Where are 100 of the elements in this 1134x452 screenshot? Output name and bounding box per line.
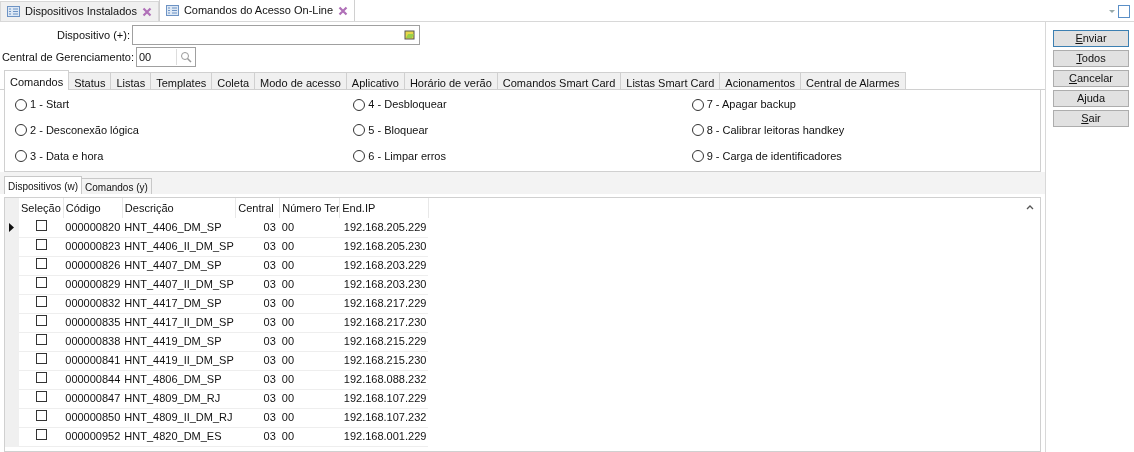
checkbox[interactable] <box>35 296 47 308</box>
table-cell: 00 <box>279 332 340 351</box>
table-cell: HNT_4809_DM_RJ <box>122 389 236 408</box>
field-label: Central de Gerenciamento: <box>0 49 135 65</box>
column-header[interactable]: Número Ter <box>279 198 340 218</box>
column-header[interactable]: End.IP <box>339 198 429 218</box>
table-cell: 00 <box>279 294 340 313</box>
table-cell: 000000844 <box>63 370 123 389</box>
checkbox[interactable] <box>35 220 47 231</box>
table-cell: 00 <box>279 370 340 389</box>
tab[interactable]: Modo de acesso <box>255 72 347 89</box>
table-cell: 03 <box>235 294 280 313</box>
tab[interactable]: Status <box>69 72 112 89</box>
checkbox[interactable] <box>35 315 47 327</box>
tab[interactable]: Central de Alarmes <box>801 72 906 89</box>
table-cell: 03 <box>235 427 280 446</box>
button[interactable]: Enviar <box>1053 30 1129 47</box>
table-cell: HNT_4809_II_DM_RJ <box>122 408 236 427</box>
tab[interactable]: Comandos <box>4 70 70 90</box>
central-field[interactable]: 00 <box>136 47 196 67</box>
device-field[interactable] <box>132 25 420 45</box>
column-header[interactable]: Código <box>63 198 123 218</box>
column-header[interactable]: Seleção <box>19 198 64 218</box>
radio-label: 3 - Data e hora <box>30 148 104 164</box>
window-menu-icon[interactable] <box>1108 5 1130 18</box>
close-icon[interactable] <box>338 5 349 16</box>
search-icon[interactable] <box>180 51 192 63</box>
table-cell: 192.168.107.232 <box>339 408 429 427</box>
table-cell: 000000832 <box>63 294 123 313</box>
table-cell: 03 <box>235 256 280 275</box>
table-icon <box>165 5 179 16</box>
checkbox[interactable] <box>35 391 47 403</box>
table-cell: 03 <box>235 389 280 408</box>
table-cell: 192.168.203.230 <box>339 275 429 294</box>
tab[interactable]: Listas Smart Card <box>621 72 721 89</box>
table-cell: 00 <box>279 351 340 370</box>
radio-label: 9 - Carga de identificadores <box>706 148 842 164</box>
table-cell: 03 <box>235 332 280 351</box>
table-cell: 000000952 <box>63 427 123 446</box>
table-cell: HNT_4406_DM_SP <box>122 218 236 237</box>
tab[interactable]: Comandos Smart Card <box>497 72 622 89</box>
checkbox[interactable] <box>35 353 47 365</box>
checkbox[interactable] <box>35 372 47 384</box>
table-cell: 192.168.215.230 <box>339 351 429 370</box>
table-cell: 03 <box>235 237 280 256</box>
tab[interactable]: Horário de verão <box>404 72 498 89</box>
table-cell: 00 <box>279 389 340 408</box>
table-cell: 000000835 <box>63 313 123 332</box>
table-cell: 192.168.215.229 <box>339 332 429 351</box>
document-tab[interactable]: Dispositivos Instalados <box>0 1 159 21</box>
table-cell: 000000841 <box>63 351 123 370</box>
table-cell: HNT_4820_DM_ES <box>122 427 236 446</box>
table-cell: 00 <box>279 427 340 446</box>
button[interactable]: Ajuda <box>1053 90 1129 107</box>
table-cell: HNT_4407_DM_SP <box>122 256 236 275</box>
tab[interactable]: Comandos (y) <box>82 178 152 194</box>
folder-icon[interactable] <box>404 29 416 41</box>
tab[interactable]: Templates <box>151 72 213 89</box>
tab[interactable]: Aplicativo <box>346 72 405 89</box>
scroll-up-icon[interactable] <box>1026 204 1034 210</box>
table-cell: 192.168.107.229 <box>339 389 429 408</box>
table-cell: 00 <box>279 408 340 427</box>
table-cell: 000000847 <box>63 389 123 408</box>
table-cell: HNT_4417_II_DM_SP <box>122 313 236 332</box>
tab[interactable]: Coleta <box>212 72 256 89</box>
column-header[interactable]: Central <box>235 198 280 218</box>
checkbox[interactable] <box>35 258 47 270</box>
table-cell: 03 <box>235 370 280 389</box>
current-row-icon <box>9 222 14 232</box>
tab[interactable]: Acionamentos <box>720 72 802 89</box>
close-icon[interactable] <box>141 6 152 17</box>
table-cell: 00 <box>279 256 340 275</box>
radio-label: 6 - Limpar erros <box>368 148 446 164</box>
table-cell: HNT_4806_DM_SP <box>122 370 236 389</box>
column-header[interactable]: Descrição <box>122 198 236 218</box>
checkbox[interactable] <box>35 429 47 441</box>
table-cell: 000000826 <box>63 256 123 275</box>
tab[interactable]: Dispositivos (w) <box>4 176 82 194</box>
table-cell: 00 <box>279 275 340 294</box>
table-cell: 192.168.088.232 <box>339 370 429 389</box>
document-tab[interactable]: Comandos do Acesso On-Line <box>158 0 356 21</box>
table-cell: 03 <box>235 275 280 294</box>
radio-label: 4 - Desbloquear <box>368 97 447 113</box>
button[interactable]: Todos <box>1053 50 1129 67</box>
checkbox[interactable] <box>35 277 47 289</box>
table-cell: 00 <box>279 313 340 332</box>
radio-label: 8 - Calibrar leitoras handkey <box>706 122 845 138</box>
table-cell: HNT_4406_II_DM_SP <box>122 237 236 256</box>
button[interactable]: Sair <box>1053 110 1129 127</box>
checkbox[interactable] <box>35 334 47 346</box>
table-cell: 192.168.217.230 <box>339 313 429 332</box>
checkbox[interactable] <box>35 410 47 422</box>
table-cell: 192.168.203.229 <box>339 256 429 275</box>
table-cell: 000000823 <box>63 237 123 256</box>
table-cell: HNT_4407_II_DM_SP <box>122 275 236 294</box>
tab[interactable]: Listas <box>111 72 152 89</box>
checkbox[interactable] <box>35 239 47 251</box>
table-cell: 192.168.001.229 <box>339 427 429 446</box>
radio-label: 7 - Apagar backup <box>706 97 796 113</box>
button[interactable]: Cancelar <box>1053 70 1129 87</box>
